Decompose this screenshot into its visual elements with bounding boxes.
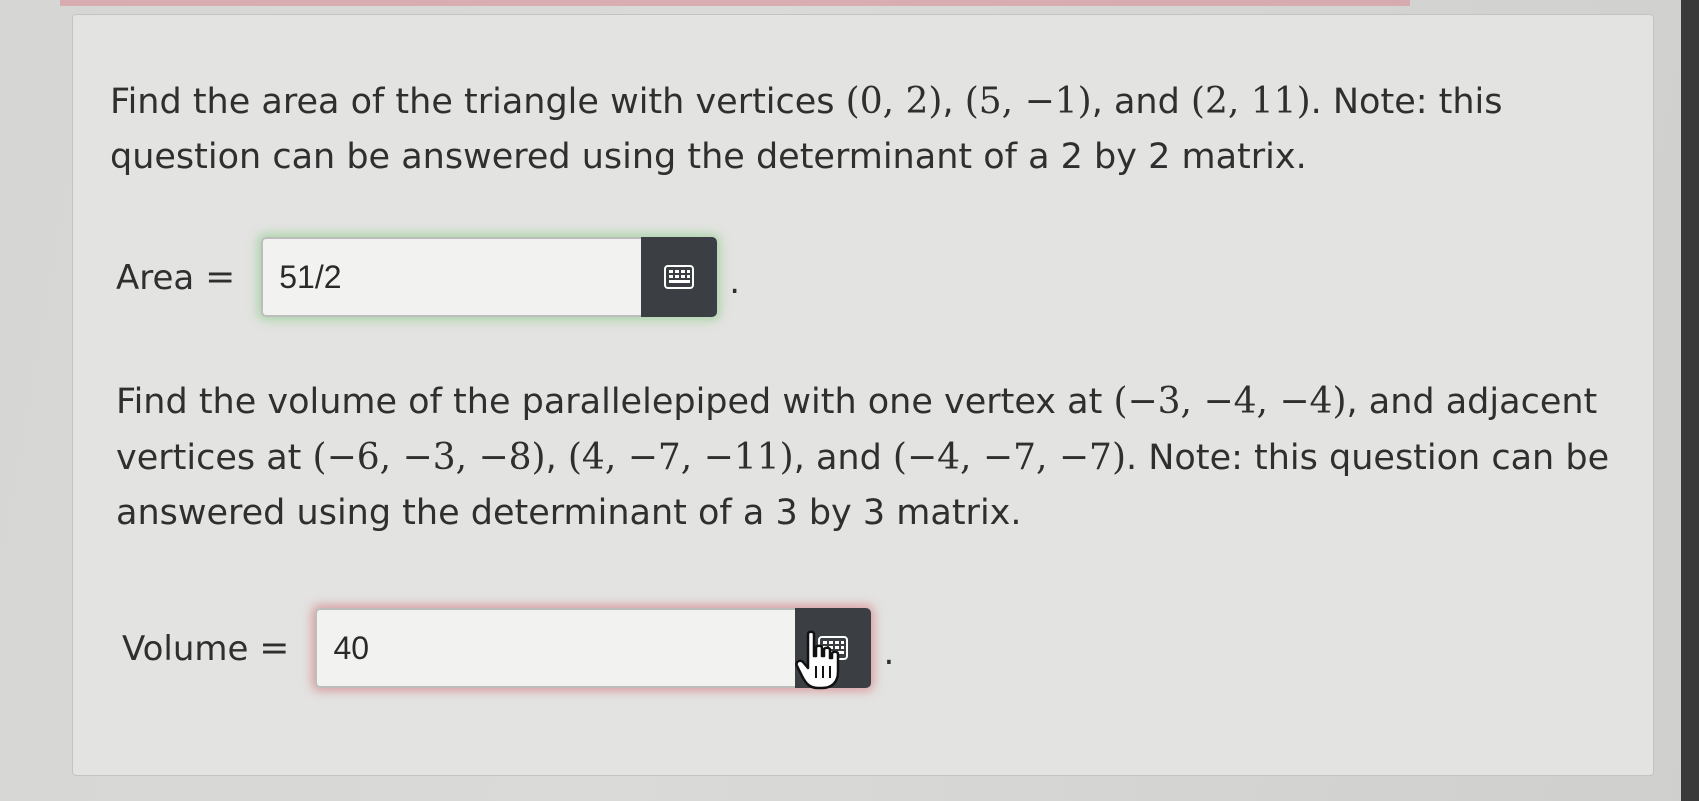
q1-vertex-a: (0, 2)	[845, 81, 943, 122]
volume-input-group	[315, 608, 872, 688]
volume-label-text: Volume	[122, 628, 249, 669]
q1-text-part: Find the area of the triangle with verti…	[110, 82, 846, 122]
q1-vertex-c: (2, 11)	[1190, 81, 1311, 122]
q1-text-part: , and	[1091, 82, 1191, 122]
area-period: .	[729, 262, 741, 302]
equals-sign: =	[205, 256, 236, 298]
area-input-group	[261, 237, 718, 317]
keyboard-icon	[664, 265, 695, 289]
top-accent-bar	[60, 0, 1410, 6]
volume-label: Volume =	[122, 628, 289, 669]
q1-text-part: ,	[942, 82, 965, 122]
q1-vertex-b: (5, −1)	[964, 81, 1092, 122]
pointer-hand-icon	[795, 630, 840, 690]
question-2-text: Find the volume of the parallelepiped wi…	[116, 374, 1616, 541]
q2-text-part: ,	[545, 438, 568, 478]
equals-sign: =	[259, 627, 290, 669]
screen-background: Find the area of the triangle with verti…	[0, 0, 1699, 801]
window-edge	[1681, 0, 1699, 801]
area-input[interactable]	[261, 237, 642, 317]
area-answer-row: Area = .	[116, 237, 740, 317]
q2-text-part: Find the volume of the parallelepiped wi…	[116, 382, 1114, 422]
area-math-keyboard-button[interactable]	[641, 237, 718, 317]
volume-period: .	[883, 633, 895, 673]
q2-vertex-b: (4, −7, −11)	[567, 437, 794, 478]
q2-vertex-origin: (−3, −4, −4)	[1113, 381, 1347, 422]
q2-vertex-c: (−4, −7, −7)	[892, 437, 1126, 478]
area-label-text: Area	[116, 257, 195, 298]
area-label: Area =	[116, 257, 235, 298]
q2-text-part: , and	[793, 438, 893, 478]
question-1-text: Find the area of the triangle with verti…	[110, 74, 1530, 185]
volume-input[interactable]	[315, 608, 796, 688]
q2-vertex-a: (−6, −3, −8)	[312, 437, 546, 478]
volume-answer-row: Volume = .	[122, 608, 894, 688]
